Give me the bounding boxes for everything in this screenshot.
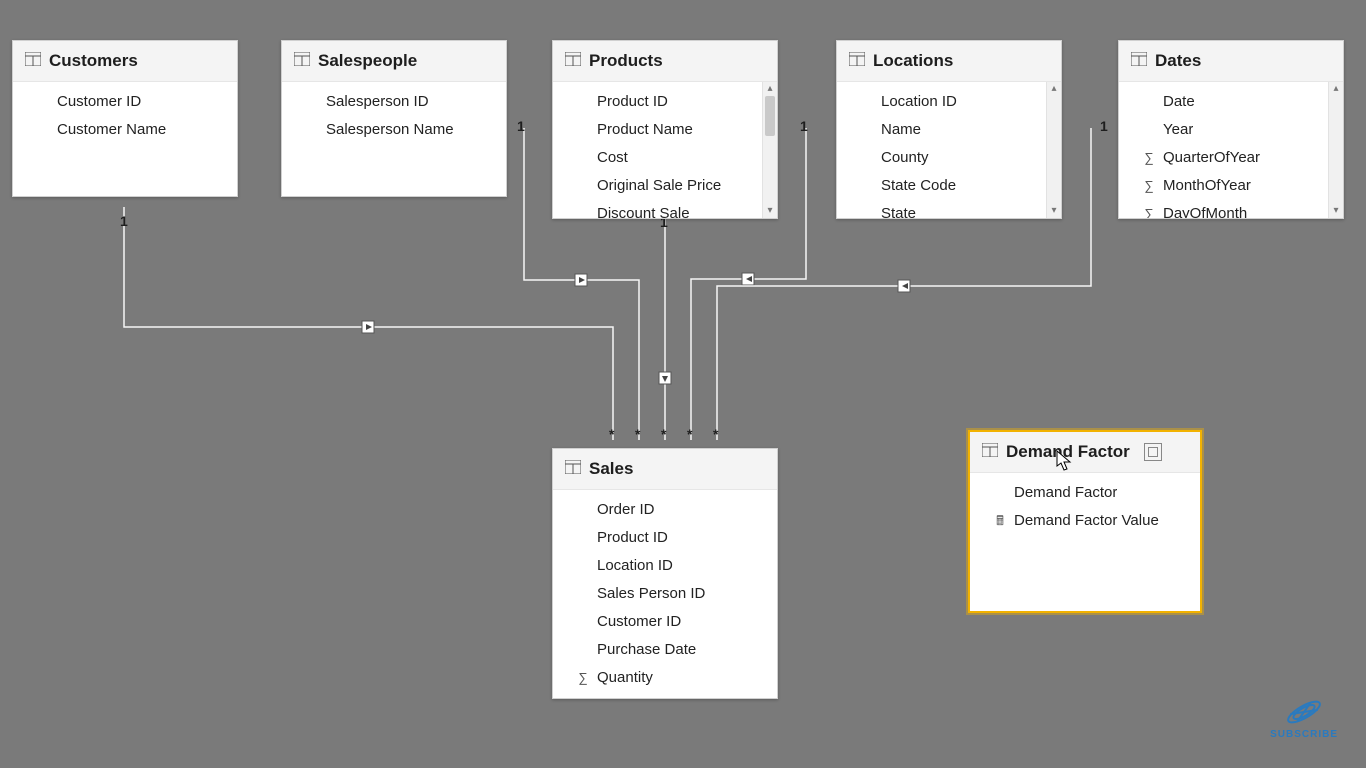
field[interactable]: Cost: [553, 144, 777, 172]
table-body: Salesperson ID Salesperson Name: [282, 82, 506, 196]
cardinality-one: 1: [800, 118, 808, 134]
field[interactable]: ∑Quantity: [553, 664, 777, 692]
field[interactable]: Product Name: [553, 116, 777, 144]
table-customers[interactable]: Customers Customer ID Customer Name: [12, 40, 238, 197]
table-body: Location ID Name County State Code State…: [837, 82, 1061, 218]
field[interactable]: Sales Person ID: [553, 580, 777, 608]
table-icon: [294, 51, 310, 71]
field[interactable]: Salesperson ID: [282, 88, 506, 116]
table-salespeople[interactable]: Salespeople Salesperson ID Salesperson N…: [281, 40, 507, 197]
cardinality-one: 1: [1100, 118, 1108, 134]
field[interactable]: Location ID: [837, 88, 1061, 116]
table-icon: [25, 51, 41, 71]
cardinality-many: *: [713, 426, 718, 442]
field[interactable]: Salesperson Name: [282, 116, 506, 144]
table-title: Dates: [1155, 51, 1201, 71]
field[interactable]: County: [837, 144, 1061, 172]
sigma-icon: ∑: [1141, 148, 1157, 168]
table-title: Customers: [49, 51, 138, 71]
sigma-icon: ∑: [575, 668, 591, 688]
cardinality-many: *: [609, 426, 614, 442]
table-body: Date Year ∑QuarterOfYear ∑MonthOfYear ∑D…: [1119, 82, 1343, 218]
field[interactable]: Year: [1119, 116, 1343, 144]
subscribe-watermark: SUBSCRIBE: [1270, 697, 1338, 740]
table-header[interactable]: Sales: [553, 449, 777, 490]
table-title: Demand Factor: [1006, 442, 1130, 462]
sigma-icon: ∑: [1141, 176, 1157, 196]
table-header[interactable]: Locations: [837, 41, 1061, 82]
table-body: Product ID Product Name Cost Original Sa…: [553, 82, 777, 218]
table-title: Products: [589, 51, 663, 71]
scroll-thumb[interactable]: [765, 96, 775, 136]
cardinality-many: *: [687, 426, 692, 442]
table-icon: [982, 442, 998, 462]
scroll-down-icon[interactable]: ▾: [1047, 204, 1061, 218]
field[interactable]: ∑MonthOfYear: [1119, 172, 1343, 200]
field[interactable]: State Code: [837, 172, 1061, 200]
field[interactable]: Purchase Date: [553, 636, 777, 664]
field[interactable]: ∑QuarterOfYear: [1119, 144, 1343, 172]
scroll-up-icon[interactable]: ▴: [1329, 82, 1343, 96]
table-dates[interactable]: Dates Date Year ∑QuarterOfYear ∑MonthOfY…: [1118, 40, 1344, 219]
model-canvas[interactable]: 1 1 1 1 1 * * * * * Customers Customer I…: [0, 0, 1366, 768]
table-products[interactable]: Products Product ID Product Name Cost Or…: [552, 40, 778, 219]
table-title: Locations: [873, 51, 953, 71]
table-title: Sales: [589, 459, 633, 479]
scroll-down-icon[interactable]: ▾: [1329, 204, 1343, 218]
table-header[interactable]: Demand Factor: [970, 432, 1200, 473]
field[interactable]: Original Sale Price: [553, 172, 777, 200]
table-icon: [565, 459, 581, 479]
table-header[interactable]: Customers: [13, 41, 237, 82]
sigma-icon: ∑: [1141, 204, 1157, 218]
table-icon: [1131, 51, 1147, 71]
field[interactable]: Customer ID: [553, 608, 777, 636]
table-body: Order ID Product ID Location ID Sales Pe…: [553, 490, 777, 698]
scroll-up-icon[interactable]: ▴: [1047, 82, 1061, 96]
field[interactable]: Location ID: [553, 552, 777, 580]
field[interactable]: Name: [837, 116, 1061, 144]
field[interactable]: Demand Factor: [970, 479, 1200, 507]
table-body: Customer ID Customer Name: [13, 82, 237, 196]
calculator-icon: 🖩: [992, 511, 1008, 531]
field[interactable]: ∑DayOfMonth: [1119, 200, 1343, 218]
cardinality-many: *: [661, 426, 666, 442]
cardinality-one: 1: [517, 118, 525, 134]
subscribe-label: SUBSCRIBE: [1270, 729, 1338, 740]
field[interactable]: Order ID: [553, 496, 777, 524]
cardinality-many: *: [635, 426, 640, 442]
field[interactable]: 🖩Demand Factor Value: [970, 507, 1200, 535]
table-header[interactable]: Products: [553, 41, 777, 82]
field[interactable]: Customer Name: [13, 116, 237, 144]
scrollbar[interactable]: ▴ ▾: [762, 82, 777, 218]
table-title: Salespeople: [318, 51, 417, 71]
cardinality-one: 1: [120, 213, 128, 229]
scrollbar[interactable]: ▴ ▾: [1046, 82, 1061, 218]
table-header[interactable]: Salespeople: [282, 41, 506, 82]
expand-icon[interactable]: [1144, 443, 1162, 461]
scroll-up-icon[interactable]: ▴: [763, 82, 777, 96]
field[interactable]: Customer ID: [13, 88, 237, 116]
scroll-down-icon[interactable]: ▾: [763, 204, 777, 218]
table-icon: [565, 51, 581, 71]
table-sales[interactable]: Sales Order ID Product ID Location ID Sa…: [552, 448, 778, 699]
table-icon: [849, 51, 865, 71]
table-header[interactable]: Dates: [1119, 41, 1343, 82]
field[interactable]: Product ID: [553, 88, 777, 116]
table-body: Demand Factor 🖩Demand Factor Value: [970, 473, 1200, 611]
field[interactable]: Date: [1119, 88, 1343, 116]
table-locations[interactable]: Locations Location ID Name County State …: [836, 40, 1062, 219]
table-demand-factor[interactable]: Demand Factor Demand Factor 🖩Demand Fact…: [968, 430, 1202, 613]
field[interactable]: Product ID: [553, 524, 777, 552]
scrollbar[interactable]: ▴ ▾: [1328, 82, 1343, 218]
field[interactable]: State: [837, 200, 1061, 218]
field[interactable]: Discount Sale: [553, 200, 777, 218]
